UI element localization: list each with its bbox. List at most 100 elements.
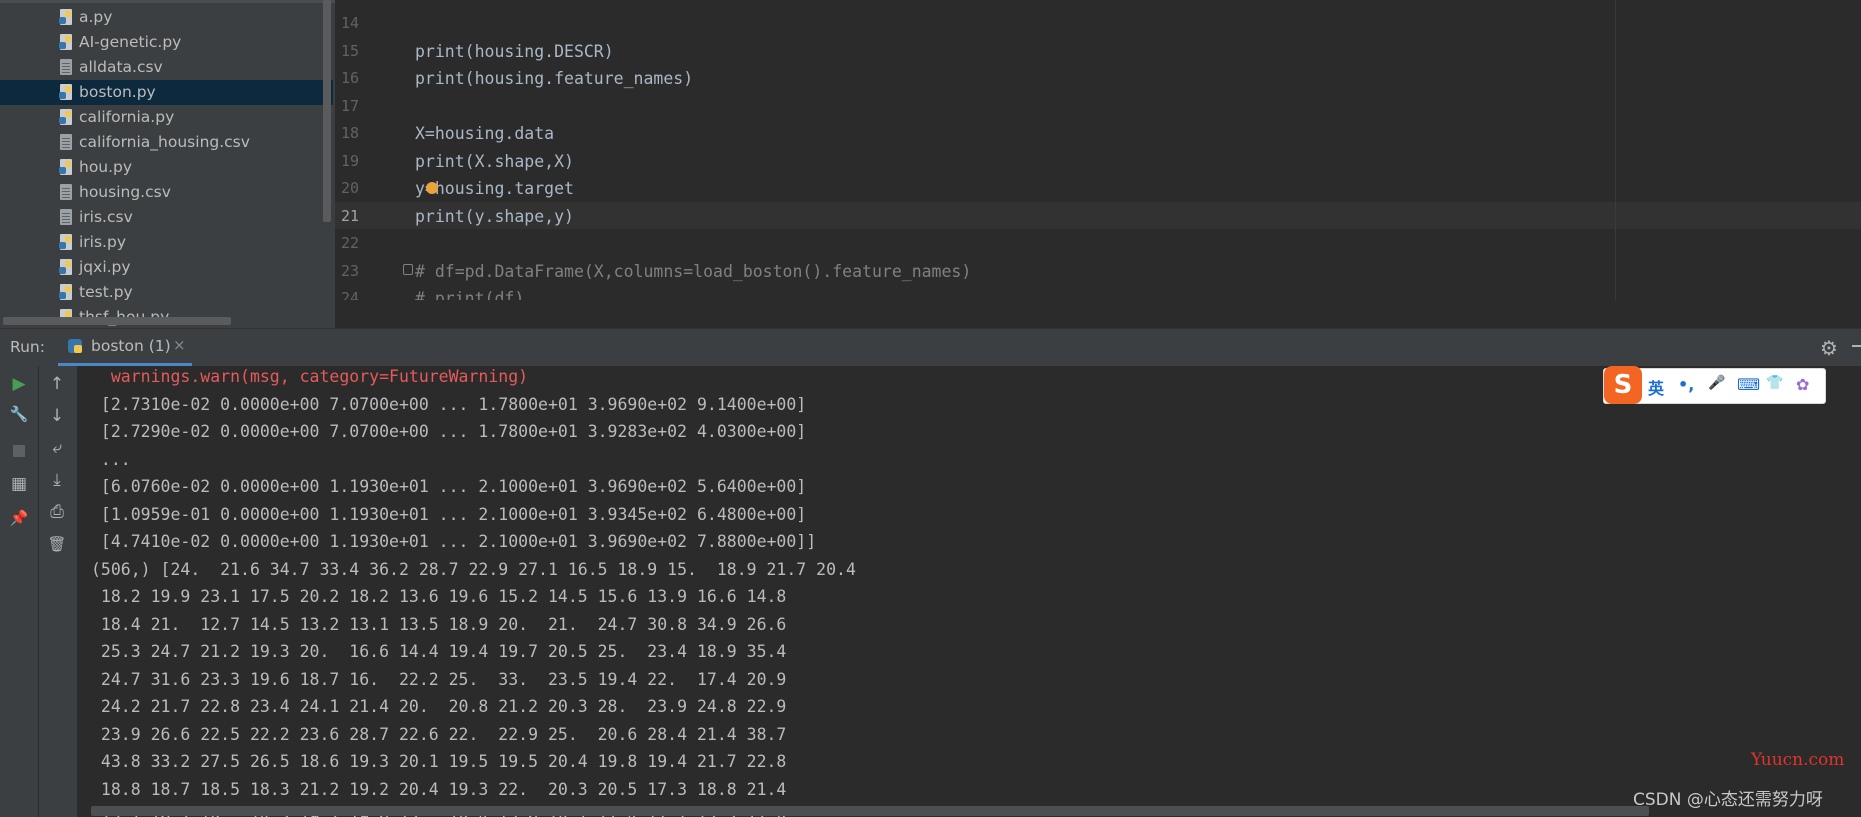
scroll-to-end-icon[interactable]: ⤓ [45, 468, 69, 492]
file-item[interactable]: hou.py [0, 155, 333, 180]
skin-icon[interactable]: 👕 [1766, 375, 1783, 391]
file-item[interactable]: jqxi.py [0, 255, 333, 280]
python-file-icon [59, 284, 72, 300]
watermark-yuucn: Yuucn.com [1751, 750, 1845, 770]
file-name: hou.py [79, 158, 133, 176]
file-name: jqxi.py [79, 258, 131, 276]
console-output-line: 25.3 24.7 21.2 19.3 20. 16.6 14.4 19.4 1… [91, 642, 787, 661]
console-output-line: 18.4 21. 12.7 14.5 13.2 13.1 13.5 18.9 2… [91, 614, 787, 634]
python-file-icon [59, 159, 72, 175]
csv-file-icon [60, 59, 72, 75]
microphone-icon[interactable]: 🎤 [1708, 375, 1725, 391]
code-line[interactable]: y=housing.target [415, 175, 574, 202]
line-number: 23 [340, 261, 359, 280]
line-number: 22 [340, 234, 359, 252]
tab-boston-run[interactable]: boston (1) × [58, 329, 192, 366]
close-icon[interactable]: × [173, 336, 186, 354]
fold-marker-icon[interactable] [403, 264, 413, 275]
sogou-logo-icon[interactable]: S [1604, 366, 1642, 404]
ime-language-toggle[interactable]: 英 [1648, 375, 1664, 399]
console-output-line: [2.7310e-02 0.0000e+00 7.0700e+00 ... 1.… [91, 394, 807, 414]
file-item[interactable]: test.py [0, 280, 333, 305]
keyboard-icon[interactable]: ⌨ [1737, 375, 1760, 394]
python-file-icon [59, 9, 72, 25]
file-item[interactable]: AI-genetic.py [0, 30, 333, 55]
code-editor[interactable]: 14 15 print(housing.DESCR) 16 print(housing.… [335, 0, 1861, 300]
console-output-line: 18.8 18.7 18.5 18.3 21.2 19.2 20.4 19.3 … [91, 779, 787, 799]
console-output-line: [1.0959e-01 0.0000e+00 1.1930e+01 ... 2.… [91, 504, 807, 524]
ime-punctuation-toggle[interactable]: •, [1678, 375, 1694, 394]
file-item[interactable]: boston.py [0, 80, 333, 105]
line-number: 17 [340, 96, 359, 115]
file-item[interactable]: a.py [0, 5, 333, 30]
file-name: iris.csv [79, 208, 133, 226]
code-line[interactable]: # print(df) [415, 285, 524, 300]
pin-icon[interactable]: 📌 [7, 506, 31, 530]
arrow-up-icon[interactable]: ↑ [45, 372, 69, 396]
arrow-down-icon[interactable]: ↓ [45, 404, 69, 428]
line-number: 16 [340, 69, 359, 87]
python-file-icon [59, 109, 72, 125]
file-name: boston.py [79, 83, 156, 101]
csv-file-icon [60, 134, 72, 150]
project-panel: a.py AI-genetic.py alldata.csv boston.py cal… [0, 0, 335, 328]
file-item[interactable]: california_housing.csv [0, 130, 333, 155]
console-output-line: ... [91, 449, 131, 469]
code-line[interactable]: X=housing.data [415, 120, 554, 147]
file-item[interactable]: california.py [0, 105, 333, 130]
line-number: 20 [340, 179, 359, 197]
console-output-line: 43.8 33.2 27.5 26.5 18.6 19.3 20.1 19.5 … [91, 752, 787, 771]
soft-wrap-icon[interactable]: ⤶ [45, 436, 69, 460]
run-tab-label: boston (1) [91, 337, 171, 355]
minimize-icon[interactable] [1852, 345, 1861, 347]
line-number: 24 [340, 289, 359, 300]
line-number: 15 [340, 41, 359, 60]
console-warning-line: warnings.warn(msg, category=FutureWarnin… [91, 367, 529, 386]
file-name: california_housing.csv [79, 133, 250, 151]
intention-bulb-icon[interactable] [426, 182, 438, 194]
file-name: iris.py [79, 233, 126, 251]
run-toolbar-right: ↑ ↓ ⤶ ⤓ ⎙ 🗑 [38, 366, 77, 817]
console-horizontal-scrollbar[interactable] [91, 806, 1649, 816]
tree-vertical-scrollbar[interactable] [323, 0, 331, 222]
console-output-line: 23.9 26.6 22.5 22.2 23.6 28.7 22.6 22. 2… [91, 724, 787, 744]
run-console[interactable]: warnings.warn(msg, category=FutureWarnin… [77, 366, 1861, 817]
file-name: california.py [79, 108, 175, 126]
wrench-icon[interactable]: 🔧 [7, 402, 31, 426]
trash-icon[interactable]: 🗑 [45, 532, 69, 556]
python-file-icon [59, 34, 72, 50]
stop-icon[interactable] [7, 439, 31, 463]
python-icon [68, 339, 82, 353]
line-number: 18 [340, 124, 359, 142]
file-item[interactable]: iris.py [0, 230, 333, 255]
file-name: test.py [79, 283, 133, 301]
csv-file-icon [60, 209, 72, 225]
apps-icon[interactable]: ✿ [1796, 375, 1809, 394]
python-file-icon [59, 259, 72, 275]
gear-icon[interactable]: ⚙ [1820, 336, 1838, 360]
file-item[interactable]: housing.csv [0, 180, 333, 205]
watermark-csdn: CSDN @心态还需努力呀 [1633, 790, 1823, 810]
code-line[interactable]: # df=pd.DataFrame(X,columns=load_boston(… [415, 258, 971, 285]
file-item[interactable]: alldata.csv [0, 55, 333, 80]
csv-file-icon [60, 184, 72, 200]
code-line[interactable]: print(y.shape,y) [415, 203, 574, 230]
code-line[interactable]: print(housing.feature_names) [415, 65, 693, 92]
tree-horizontal-scrollbar[interactable] [3, 317, 231, 325]
run-toolbar-left: ▶ 🔧 ▦ 📌 [0, 366, 38, 817]
console-output-line: [6.0760e-02 0.0000e+00 1.1930e+01 ... 2.… [91, 477, 807, 496]
file-name: AI-genetic.py [79, 33, 182, 51]
file-item[interactable]: iris.csv [0, 205, 333, 230]
line-number: 19 [340, 151, 359, 170]
python-file-icon [59, 234, 72, 250]
console-output-line: [2.7290e-02 0.0000e+00 7.0700e+00 ... 1.… [91, 422, 807, 441]
code-line[interactable]: print(housing.DESCR) [415, 38, 614, 65]
print-icon[interactable]: ⎙ [45, 500, 69, 524]
ime-toolbar[interactable]: S 英 •, 🎤 ⌨ 👕 ✿ [1603, 366, 1826, 404]
file-name: housing.csv [79, 183, 171, 201]
file-name: a.py [79, 8, 113, 26]
layout-icon[interactable]: ▦ [7, 472, 31, 496]
code-line[interactable]: print(X.shape,X) [415, 148, 574, 175]
run-tool-window-header: Run: boston (1) × ⚙ [0, 328, 1861, 367]
rerun-icon[interactable]: ▶ [7, 372, 31, 396]
